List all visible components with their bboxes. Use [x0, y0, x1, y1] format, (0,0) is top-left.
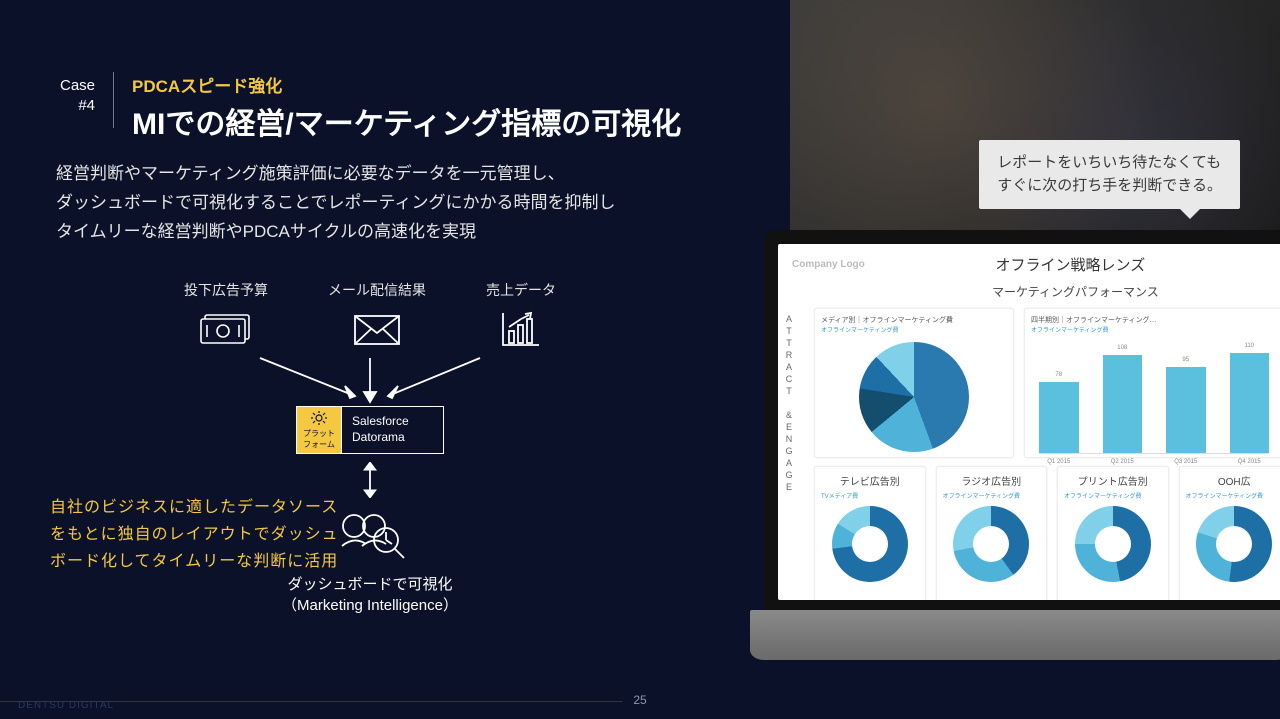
d2-title: ラジオ広告別: [943, 473, 1041, 488]
dash-title: オフライン戦略レンズ: [996, 254, 1146, 275]
d3-title: プリント広告別: [1064, 473, 1162, 488]
case-num-value: #4: [78, 97, 95, 114]
double-arrow-icon: [360, 462, 380, 498]
vertical-label: ATTRACT &ENGAGE: [784, 314, 793, 494]
bar-chart: 78Q1 2015 108Q2 2015 95Q3 2015 110Q4 201…: [1039, 344, 1269, 454]
bar-c4: Q4 2015: [1230, 459, 1270, 465]
d4-tag: オフラインマーケティング費: [1186, 491, 1280, 500]
dash-subtitle: マーケティングパフォーマンス: [992, 283, 1280, 300]
bar-c3: Q3 2015: [1166, 459, 1206, 465]
pie-card: メディア別｜オフラインマーケティング費 オフラインマーケティング費: [814, 308, 1014, 458]
donut-print: プリント広告別 オフラインマーケティング費: [1057, 466, 1169, 600]
para-l2: ダッシュボードで可視化することでレポーティングにかかる時間を抑制し: [56, 193, 615, 212]
speech-line2: すぐに次の打ち手を判断できる。: [997, 177, 1222, 194]
bar-tag: オフラインマーケティング費: [1031, 325, 1277, 334]
dash-header: Company Logo オフライン戦略レンズ: [792, 254, 1280, 275]
dashboard-label: ダッシュボードで可視化 （Marketing Intelligence）: [50, 574, 690, 616]
hero-photo: [790, 0, 1280, 250]
laptop-screen: Company Logo オフライン戦略レンズ マーケティングパフォーマンス A…: [764, 230, 1280, 614]
subtitle: PDCAスピード強化: [132, 72, 681, 97]
sun-icon: [309, 410, 329, 426]
bar-c1: Q1 2015: [1039, 459, 1079, 465]
platform-tag-text: プラット フォーム: [303, 428, 335, 450]
platform-n1: Salesforce: [352, 414, 433, 430]
dash-panels: メディア別｜オフラインマーケティング費 オフラインマーケティング費 四半期別｜オ…: [814, 308, 1280, 600]
case-header: Case #4 PDCAスピード強化 MIでの経営/マーケティング指標の可視化: [60, 72, 681, 143]
source-budget: 投下広告予算: [184, 280, 268, 350]
bar-card: 四半期別｜オフラインマーケティング… オフラインマーケティング費 78Q1 20…: [1024, 308, 1280, 458]
slide: レポートをいちいち待たなくても すぐに次の打ち手を判断できる。 Case #4 …: [0, 0, 1280, 719]
d1-tag: TVメディア費: [821, 491, 919, 500]
d2-tag: オフラインマーケティング費: [943, 491, 1041, 500]
case-number: Case #4: [60, 72, 95, 115]
pie-chart: [859, 342, 969, 452]
laptop-body: [750, 610, 1280, 660]
platform-name: Salesforce Datorama: [341, 407, 443, 453]
title-block: PDCAスピード強化 MIでの経営/マーケティング指標の可視化: [132, 72, 681, 143]
para-l1: 経営判断やマーケティング施策評価に必要なデータを一元管理し、: [56, 164, 565, 183]
row1: メディア別｜オフラインマーケティング費 オフラインマーケティング費 四半期別｜オ…: [814, 308, 1280, 458]
platform-box: プラット フォーム Salesforce Datorama: [296, 406, 444, 454]
donut-tv: テレビ広告別 TVメディア費: [814, 466, 926, 600]
row2: テレビ広告別 TVメディア費 ラジオ広告別 オフラインマーケティング費 プリント…: [814, 466, 1280, 600]
platform-tag: プラット フォーム: [297, 407, 341, 453]
src3-label: 売上データ: [486, 282, 556, 298]
src1-label: 投下広告予算: [184, 282, 268, 298]
bar-v4: 110: [1230, 343, 1270, 349]
source-sales: 売上データ: [486, 280, 556, 350]
donut3: [1075, 506, 1151, 582]
donut2: [953, 506, 1029, 582]
bar-v1: 78: [1039, 372, 1079, 378]
src2-label: メール配信結果: [328, 282, 426, 298]
divider: [113, 72, 114, 128]
d3-tag: オフラインマーケティング費: [1064, 491, 1162, 500]
dash-l1: ダッシュボードで可視化: [287, 576, 452, 593]
title: MIでの経営/マーケティング指標の可視化: [132, 99, 681, 143]
page-number: 25: [633, 693, 646, 707]
bar-v2: 108: [1103, 345, 1143, 351]
pie-tag: オフラインマーケティング費: [821, 325, 1007, 334]
bar-title: 四半期別｜オフラインマーケティング…: [1031, 315, 1277, 325]
money-icon: [196, 308, 256, 350]
note-l2: をもとに独自のレイアウトでダッシュ: [50, 526, 339, 543]
company-logo: Company Logo: [792, 259, 865, 270]
para-l3: タイムリーな経営判断やPDCAサイクルの高速化を実現: [56, 222, 476, 241]
donut4: [1196, 506, 1272, 582]
platform-n2: Datorama: [352, 430, 433, 446]
donut1: [832, 506, 908, 582]
bar-c2: Q2 2015: [1103, 459, 1143, 465]
arrows-down: [50, 356, 690, 406]
donut-radio: ラジオ広告別 オフラインマーケティング費: [936, 466, 1048, 600]
chart-icon: [491, 308, 551, 350]
note-l1: 自社のビジネスに適したデータソース: [50, 499, 338, 516]
d4-title: OOH広: [1186, 473, 1280, 488]
paragraph: 経営判断やマーケティング施策評価に必要なデータを一元管理し、 ダッシュボードで可…: [56, 160, 615, 247]
sources-row: 投下広告予算 メール配信結果 売上データ: [50, 280, 690, 350]
donut-ooh: OOH広 オフラインマーケティング費: [1179, 466, 1280, 600]
mail-icon: [347, 308, 407, 350]
speech-line1: レポートをいちいち待たなくても: [997, 154, 1221, 171]
laptop-mock: Company Logo オフライン戦略レンズ マーケティングパフォーマンス A…: [750, 230, 1280, 660]
speech-bubble: レポートをいちいち待たなくても すぐに次の打ち手を判断できる。: [979, 140, 1240, 209]
note-l3: ボード化してタイムリーな判断に活用: [50, 553, 338, 570]
brand-footer: DENTSU DIGITAL: [18, 700, 114, 711]
dash-l2: （Marketing Intelligence）: [282, 597, 458, 614]
pie-title: メディア別｜オフラインマーケティング費: [821, 315, 1007, 325]
case-label: Case: [60, 77, 95, 94]
bar-v3: 95: [1166, 357, 1206, 363]
source-mail: メール配信結果: [328, 280, 426, 350]
dashboard-screen: Company Logo オフライン戦略レンズ マーケティングパフォーマンス A…: [778, 244, 1280, 600]
d1-title: テレビ広告別: [821, 473, 919, 488]
note: 自社のビジネスに適したデータソース をもとに独自のレイアウトでダッシュ ボード化…: [50, 494, 339, 576]
